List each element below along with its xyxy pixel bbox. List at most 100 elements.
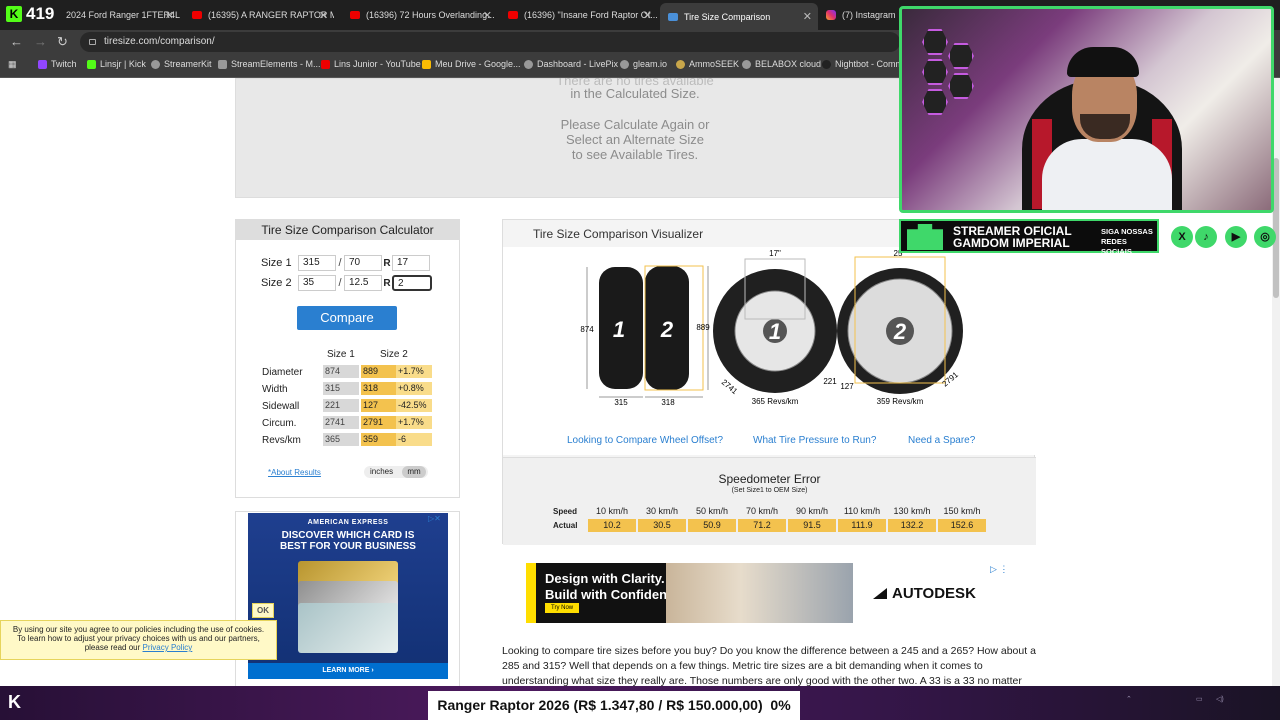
speed-cell: 90 km/h [795, 506, 828, 516]
close-icon[interactable]: ✕ [165, 9, 174, 22]
size2-value: 318 [361, 382, 397, 395]
speed-cell: 110 km/h [843, 506, 881, 516]
wheel-offset-link[interactable]: Looking to Compare Wheel Offset? [567, 435, 723, 446]
tire-calculator: Tire Size Comparison Calculator Size 1 3… [235, 219, 460, 498]
forward-icon[interactable]: → [34, 34, 47, 49]
results-row-circumference: Circum. 2741 2791 +1.7% [262, 416, 442, 432]
tab-ranger-raptor[interactable]: (16395) A RANGER RAPTOR M... ✕ [184, 4, 334, 26]
about-results-link[interactable]: *About Results [268, 468, 321, 477]
size2-row: Size 2 35 / 12.5 R 2 [261, 275, 432, 291]
learn-more-button[interactable]: LEARN MORE › [248, 663, 448, 679]
kick-viewer-badge: K 419 [6, 4, 54, 24]
size1-label: Size 1 [261, 257, 292, 269]
back-icon[interactable]: ← [10, 34, 23, 49]
size2-label: Size 2 [261, 277, 292, 289]
bookmark-nightbot[interactable]: Nightbot - Comm... [822, 59, 911, 69]
ad-photo [666, 563, 853, 623]
size2-ratio-input[interactable]: 12.5 [344, 275, 382, 291]
network-icon[interactable]: ▭ [1196, 695, 1203, 704]
gamdom-promo: STREAMER OFICIAL GAMDOM IMPERIAL SIGA NOS… [899, 219, 1159, 256]
youtube-icon [321, 59, 330, 69]
results-col-size2: Size 2 [380, 349, 408, 360]
promo-line: SIGA NOSSAS [1101, 227, 1153, 236]
unit-inches[interactable]: inches [370, 467, 393, 476]
diameter2-label: 889 [696, 323, 710, 332]
close-icon[interactable]: ✕ [643, 9, 652, 22]
adchoices-icon[interactable]: ▷ ⋮ [990, 564, 1008, 575]
url-field[interactable]: tiresize.com/comparison/ [80, 32, 900, 52]
width1-label: 315 [614, 398, 628, 407]
tire-pressure-link[interactable]: What Tire Pressure to Run? [753, 435, 876, 446]
need-spare-link[interactable]: Need a Spare? [908, 435, 975, 446]
unit-mm[interactable]: mm [402, 466, 426, 478]
bookmark-belabox[interactable]: BELABOX cloud [742, 59, 821, 69]
tire-diagram: 1 2 874 889 315 318 1 17" 221 2741 365 R… [580, 249, 963, 407]
visualizer-drawing: 1 2 874 889 315 318 1 17" 221 2741 365 R… [503, 247, 1036, 455]
size2-width-input[interactable]: 35 [298, 275, 336, 291]
size1-ratio-input[interactable]: 70 [344, 255, 382, 271]
results-row-width: Width 315 318 +0.8% [262, 382, 442, 398]
youtube-icon: ▶ [1225, 226, 1247, 248]
bookmark-streamerkit[interactable]: StreamerKit [151, 59, 212, 69]
tab-instagram[interactable]: (7) Instagram [818, 4, 902, 26]
ad-headline-line: BEST FOR YOUR BUSINESS [280, 541, 416, 552]
row-label: Revs/km [262, 435, 301, 446]
close-icon[interactable]: ✕ [319, 9, 328, 22]
bookmark-gleam[interactable]: gleam.io [620, 59, 667, 69]
bookmark-livepix[interactable]: Dashboard - LivePix [524, 59, 618, 69]
diff-value: +1.7% [396, 416, 432, 429]
bookmark-kick[interactable]: Linsjr | Kick [87, 59, 146, 69]
belabox-icon [742, 59, 751, 69]
bookmark-streamelements[interactable]: StreamElements - M... [218, 59, 321, 69]
size1-rim-input[interactable]: 17 [392, 255, 430, 271]
url-text: tiresize.com/comparison/ [104, 36, 215, 47]
bookmark-ammoseek[interactable]: AmmoSEEK [676, 59, 739, 69]
size1-row: Size 1 315 / 70 R 17 [261, 255, 430, 271]
volume-icon[interactable]: ◁) [1216, 695, 1224, 704]
unit-toggle[interactable]: inches mm [364, 466, 428, 478]
autodesk-ad[interactable]: Design with Clarity. Build with Confidenc… [526, 563, 853, 623]
tab-tire-size-comparison[interactable]: Tire Size Comparison ✕ [660, 3, 818, 30]
hex-shelf [922, 29, 948, 55]
actual-speed-cell: 152.6 [938, 519, 986, 532]
tab-overlanding[interactable]: (16396) 72 Hours Overlanding... ✕ [342, 4, 498, 26]
tab-ford-ranger[interactable]: 2024 Ford Ranger 1FTER4LR6R...✕ [58, 4, 180, 26]
ad-headline-line: Build with Confidence. [545, 587, 686, 602]
privacy-policy-link[interactable]: Privacy Policy [143, 643, 193, 652]
adchoices-icon[interactable]: ▷✕ [428, 514, 441, 523]
rim-r-label: R [383, 277, 391, 289]
bookmark-lins-youtube[interactable]: Lins Junior - YouTube [321, 59, 421, 69]
tray-chevron-icon[interactable]: ⌃ [1126, 695, 1132, 704]
bookmark-label: Dashboard - LivePix [537, 59, 619, 69]
goal-text: Ranger Raptor 2026 (R$ 1.347,80 / R$ 150… [437, 697, 763, 713]
row-label: Sidewall [262, 401, 300, 412]
row-label: Width [262, 384, 288, 395]
rim1-label: 17" [769, 249, 781, 258]
row-label: Diameter [262, 367, 303, 378]
speed-cell: 150 km/h [943, 506, 981, 516]
size2-rim-input[interactable]: 2 [392, 275, 432, 291]
kick-k-icon: K [8, 692, 21, 712]
bookmark-google-drive[interactable]: Meu Drive - Google... [422, 59, 521, 69]
hex-shelves [922, 29, 982, 149]
tire2-number: 2 [660, 317, 674, 342]
autodesk-logo[interactable]: AUTODESK [873, 585, 976, 602]
slash-separator: / [338, 277, 342, 289]
cookie-ok-button[interactable]: OK [252, 603, 274, 618]
apps-grid-icon[interactable]: ▦ [8, 59, 17, 70]
close-icon[interactable]: ✕ [803, 10, 812, 23]
amex-ad-creative[interactable]: AMERICAN EXPRESS DISCOVER WHICH CARD IS B… [248, 513, 448, 679]
size2-value: 889 [361, 365, 397, 378]
bookmark-label: AmmoSEEK [689, 59, 740, 69]
tab-insane-raptor[interactable]: (16396) "Insane Ford Raptor Of... ✕ [500, 4, 658, 26]
bookmark-twitch[interactable]: Twitch [38, 59, 77, 69]
size1-value: 874 [323, 365, 359, 378]
reload-icon[interactable]: ↻ [57, 34, 68, 50]
ad-headline-line: Design with Clarity. [545, 571, 665, 586]
site-info-icon[interactable] [89, 39, 96, 45]
close-icon[interactable]: ✕ [483, 9, 492, 22]
size1-width-input[interactable]: 315 [298, 255, 336, 271]
try-now-button[interactable]: Try Now [545, 603, 580, 613]
compare-button[interactable]: Compare [297, 306, 397, 330]
speed-cell: 70 km/h [745, 506, 778, 516]
